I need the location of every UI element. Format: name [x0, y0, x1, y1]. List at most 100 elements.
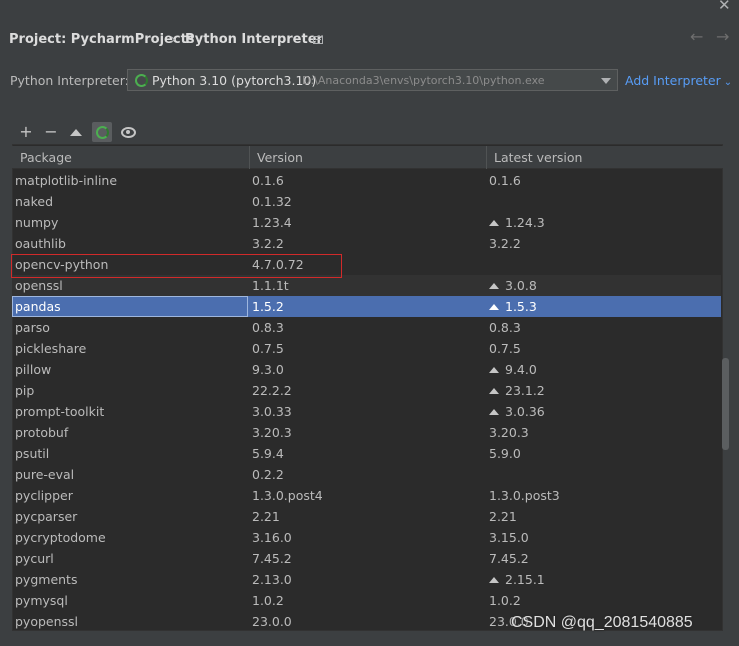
package-latest-version: 1.0.2: [489, 593, 521, 608]
upgrade-available-icon: [489, 388, 499, 394]
back-arrow-icon[interactable]: ←: [690, 27, 703, 46]
table-row[interactable]: pip 22.2.2 23.1.2: [12, 380, 721, 401]
eye-icon: [120, 127, 136, 138]
package-latest-version: 3.15.0: [489, 530, 529, 545]
table-row[interactable]: matplotlib-inline 0.1.6 0.1.6: [12, 170, 721, 191]
column-header-latest[interactable]: Latest version: [494, 150, 582, 165]
remove-package-button[interactable]: −: [41, 122, 61, 142]
package-name: numpy: [15, 215, 59, 230]
table-row[interactable]: openssl 1.1.1t 3.0.8: [12, 275, 721, 296]
package-version: 0.2.2: [252, 467, 284, 482]
package-latest-version: 1.3.0.post3: [489, 488, 560, 503]
package-name: prompt-toolkit: [15, 404, 105, 419]
latest-version-text: 0.7.5: [489, 341, 521, 356]
latest-version-text: 1.3.0.post3: [489, 488, 560, 503]
table-row[interactable]: pandas 1.5.2 1.5.3: [12, 296, 721, 317]
table-row[interactable]: pygments 2.13.0 2.15.1: [12, 569, 721, 590]
title-strip: ✕: [0, 0, 739, 16]
table-row[interactable]: protobuf 3.20.3 3.20.3: [12, 422, 721, 443]
table-row[interactable]: parso 0.8.3 0.8.3: [12, 317, 721, 338]
add-interpreter-link[interactable]: Add Interpreter ⌄: [625, 73, 732, 88]
breadcrumb-project[interactable]: Project: PycharmProjects: [9, 32, 195, 47]
latest-version-text: 3.0.8: [505, 278, 537, 293]
package-latest-version: 3.0.8: [489, 278, 537, 293]
upgrade-available-icon: [489, 409, 499, 415]
forward-arrow-icon[interactable]: →: [716, 27, 729, 46]
show-early-releases-button[interactable]: [118, 122, 138, 142]
table-row[interactable]: pymysql 1.0.2 1.0.2: [12, 590, 721, 611]
package-name: pandas: [15, 299, 61, 314]
latest-version-text: 1.24.3: [505, 215, 545, 230]
package-latest-version: 0.7.5: [489, 341, 521, 356]
package-name: pycryptodome: [15, 530, 106, 545]
interpreter-select[interactable]: Python 3.10 (pytorch3.10) D:\Anaconda3\e…: [127, 69, 618, 91]
package-name: openssl: [15, 278, 63, 293]
package-name: pymysql: [15, 593, 68, 608]
column-divider[interactable]: [249, 146, 250, 169]
package-latest-version: 0.8.3: [489, 320, 521, 335]
table-row[interactable]: pycparser 2.21 2.21: [12, 506, 721, 527]
conda-icon: [135, 74, 148, 87]
interpreter-label: Python Interpreter:: [10, 73, 129, 88]
highlight-annotation: [11, 254, 342, 278]
table-row[interactable]: pickleshare 0.7.5 0.7.5: [12, 338, 721, 359]
package-version: 0.8.3: [252, 320, 284, 335]
package-name: parso: [15, 320, 50, 335]
column-header-version[interactable]: Version: [257, 150, 303, 165]
packages-table: matplotlib-inline 0.1.6 0.1.6 naked 0.1.32 nu…: [12, 170, 721, 630]
latest-version-text: 3.2.2: [489, 236, 521, 251]
latest-version-text: 3.20.3: [489, 425, 529, 440]
scrollbar-thumb[interactable]: [722, 358, 729, 450]
upgrade-package-button[interactable]: [66, 122, 86, 142]
package-version: 9.3.0: [252, 362, 284, 377]
package-name: oauthlib: [15, 236, 66, 251]
table-row[interactable]: psutil 5.9.4 5.9.0: [12, 443, 721, 464]
close-icon[interactable]: ✕: [718, 0, 731, 14]
table-row[interactable]: pycryptodome 3.16.0 3.15.0: [12, 527, 721, 548]
table-row[interactable]: oauthlib 3.2.2 3.2.2: [12, 233, 721, 254]
package-latest-version: 1.24.3: [489, 215, 545, 230]
column-header-package[interactable]: Package: [20, 150, 72, 165]
latest-version-text: 9.4.0: [505, 362, 537, 377]
package-version: 0.1.6: [252, 173, 284, 188]
package-version: 3.20.3: [252, 425, 292, 440]
upgrade-available-icon: [489, 304, 499, 310]
package-latest-version: 3.20.3: [489, 425, 529, 440]
table-row[interactable]: pillow 9.3.0 9.4.0: [12, 359, 721, 380]
latest-version-text: 3.0.36: [505, 404, 545, 419]
use-conda-toggle[interactable]: [92, 122, 112, 142]
latest-version-text: 23.1.2: [505, 383, 545, 398]
latest-version-text: 2.21: [489, 509, 517, 524]
table-row[interactable]: numpy 1.23.4 1.24.3: [12, 212, 721, 233]
table-row[interactable]: prompt-toolkit 3.0.33 3.0.36: [12, 401, 721, 422]
column-divider[interactable]: [486, 146, 487, 169]
latest-version-text: 7.45.2: [489, 551, 529, 566]
latest-version-text: 3.15.0: [489, 530, 529, 545]
package-name: protobuf: [15, 425, 69, 440]
package-name: pygments: [15, 572, 78, 587]
table-row[interactable]: naked 0.1.32: [12, 191, 721, 212]
table-row[interactable]: pure-eval 0.2.2: [12, 464, 721, 485]
upgrade-available-icon: [489, 220, 499, 226]
settings-header: Project: PycharmProjects › Python Interp…: [0, 16, 739, 64]
package-latest-version: 23.1.2: [489, 383, 545, 398]
table-row[interactable]: pycurl 7.45.2 7.45.2: [12, 548, 721, 569]
package-version: 2.13.0: [252, 572, 292, 587]
dropdown-arrow-icon[interactable]: [601, 78, 611, 84]
package-version: 1.0.2: [252, 593, 284, 608]
latest-version-text: 0.1.6: [489, 173, 521, 188]
page-title: Python Interpreter: [185, 32, 323, 47]
package-name: psutil: [15, 446, 50, 461]
package-version: 1.23.4: [252, 215, 292, 230]
package-latest-version: 5.9.0: [489, 446, 521, 461]
window-icon[interactable]: [313, 36, 323, 44]
chevron-down-icon: ⌄: [723, 77, 733, 88]
watermark: CSDN @qq_2081540885: [511, 614, 693, 631]
add-package-button[interactable]: +: [16, 122, 36, 142]
package-version: 7.45.2: [252, 551, 292, 566]
package-name: pickleshare: [15, 341, 87, 356]
table-row[interactable]: pyclipper 1.3.0.post4 1.3.0.post3: [12, 485, 721, 506]
package-name: pillow: [15, 362, 52, 377]
latest-version-text: 2.15.1: [505, 572, 545, 587]
package-name: pip: [15, 383, 35, 398]
